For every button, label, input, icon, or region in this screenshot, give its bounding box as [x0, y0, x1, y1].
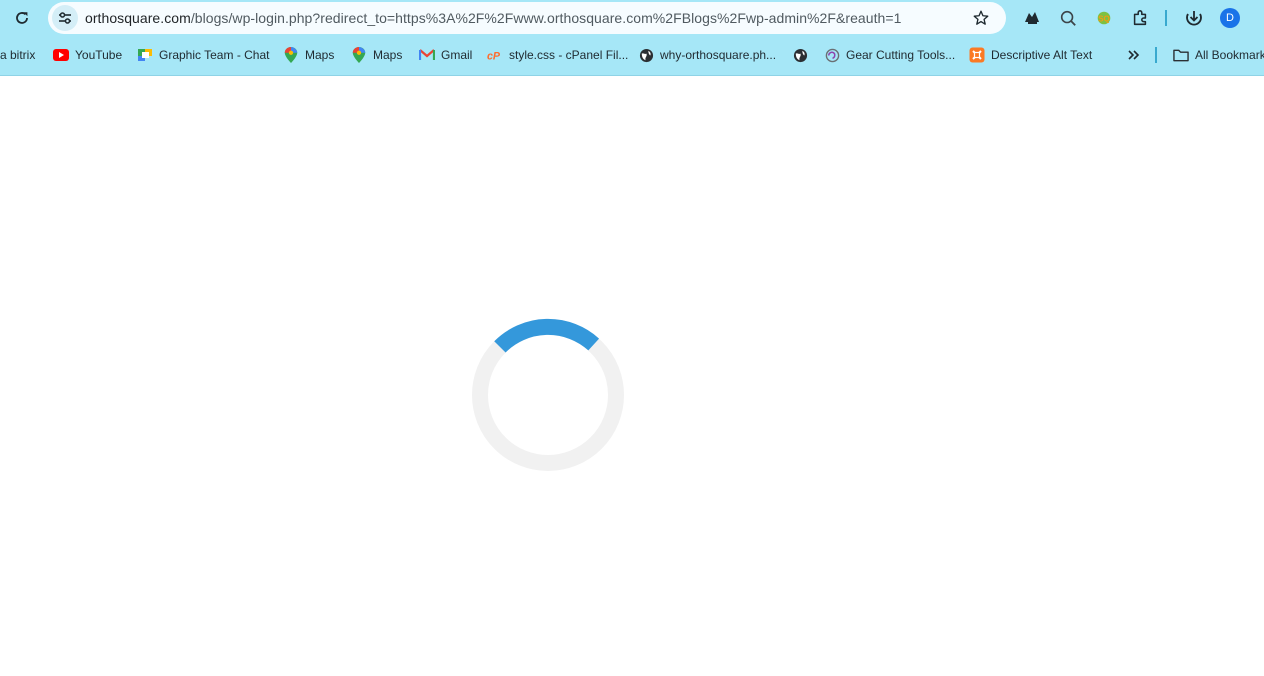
bookmark-maps-2[interactable]: Maps: [351, 44, 402, 66]
bookmark-cpanel[interactable]: cP style.css - cPanel Fil...: [487, 44, 628, 66]
profile-avatar[interactable]: D: [1220, 8, 1240, 28]
globe-icon: [638, 47, 654, 63]
bookmark-gear-cutting-tools[interactable]: Gear Cutting Tools...: [824, 44, 955, 66]
bookmark-label: Gmail: [441, 48, 473, 62]
cpanel-icon: cP: [487, 47, 503, 63]
puzzle-icon: [1133, 10, 1147, 26]
svg-text:SQ: SQ: [1098, 15, 1110, 24]
bookmark-why-orthosquare[interactable]: why-orthosquare.ph...: [638, 44, 776, 66]
loading-spinner: [472, 318, 624, 471]
bookmark-label: Graphic Team - Chat: [159, 48, 270, 62]
gear-site-icon: [824, 47, 840, 63]
tune-icon: [59, 12, 71, 24]
seo-extension-icon: SQ: [1097, 11, 1111, 25]
bookmark-label: style.css - cPanel Fil...: [509, 48, 629, 62]
downloads-button[interactable]: [1182, 6, 1206, 30]
more-bookmarks-button[interactable]: [1125, 44, 1141, 66]
bookmark-label: Maps: [373, 48, 403, 62]
extensions-button[interactable]: [1128, 6, 1152, 30]
chevron-double-right-icon: [1128, 50, 1140, 60]
url-host: orthosquare.com: [85, 10, 191, 26]
google-maps-icon: [283, 47, 299, 63]
bookmark-bitrix[interactable]: a bitrix: [0, 44, 35, 66]
reload-button[interactable]: [10, 6, 34, 30]
ninja-extension-icon: [1025, 12, 1039, 24]
browser-toolbar: orthosquare.com/blogs/wp-login.php?redir…: [0, 0, 1264, 36]
url-path: /blogs/wp-login.php?redirect_to=https%3A…: [190, 10, 902, 26]
bookmark-label: Gear Cutting Tools...: [846, 48, 956, 62]
bookmark-label: YouTube: [75, 48, 123, 62]
bookmark-gmail[interactable]: Gmail: [419, 44, 472, 66]
page-content: [0, 76, 1264, 676]
download-icon: [1186, 11, 1202, 26]
bookmark-label: why-orthosquare.ph...: [660, 48, 777, 62]
svg-text:cP: cP: [487, 50, 501, 61]
bookmark-descriptive-alt-text[interactable]: Descriptive Alt Text: [969, 44, 1092, 66]
reload-icon: [16, 12, 28, 24]
google-chat-icon: [137, 47, 153, 63]
bookmarks-divider: [1155, 47, 1157, 63]
site-info-button[interactable]: [52, 5, 78, 31]
youtube-icon: [53, 47, 69, 63]
magnifier-extension-icon: [1060, 10, 1076, 26]
extension-button-3[interactable]: SQ: [1092, 6, 1116, 30]
google-maps-icon: [351, 47, 367, 63]
toolbar-divider: [1165, 10, 1167, 26]
address-bar[interactable]: orthosquare.com/blogs/wp-login.php?redir…: [48, 2, 1006, 34]
star-icon: [973, 10, 989, 25]
xampp-icon: [969, 47, 985, 63]
bookmark-globe[interactable]: [792, 44, 814, 66]
bookmark-maps-1[interactable]: Maps: [283, 44, 334, 66]
folder-icon: [1173, 47, 1189, 63]
globe-icon: [792, 47, 808, 63]
bookmarks-bar: a bitrix YouTube Graphic Team - Chat Map…: [0, 44, 1264, 66]
bookmark-label: a bitrix: [0, 48, 36, 62]
all-bookmarks-label: All Bookmarks: [1195, 48, 1264, 62]
bookmark-youtube[interactable]: YouTube: [53, 44, 122, 66]
bookmark-label: Descriptive Alt Text: [991, 48, 1093, 62]
gmail-icon: [419, 47, 435, 63]
extension-button-1[interactable]: [1020, 6, 1044, 30]
bookmark-graphic-team-chat[interactable]: Graphic Team - Chat: [137, 44, 270, 66]
url-text[interactable]: orthosquare.com/blogs/wp-login.php?redir…: [85, 10, 901, 26]
bookmark-star-button[interactable]: [970, 7, 992, 29]
bookmark-label: Maps: [305, 48, 335, 62]
extension-button-2[interactable]: [1056, 6, 1080, 30]
browser-chrome: orthosquare.com/blogs/wp-login.php?redir…: [0, 0, 1264, 76]
all-bookmarks-button[interactable]: All Bookmarks: [1173, 44, 1264, 66]
spinner-track: [472, 319, 624, 471]
